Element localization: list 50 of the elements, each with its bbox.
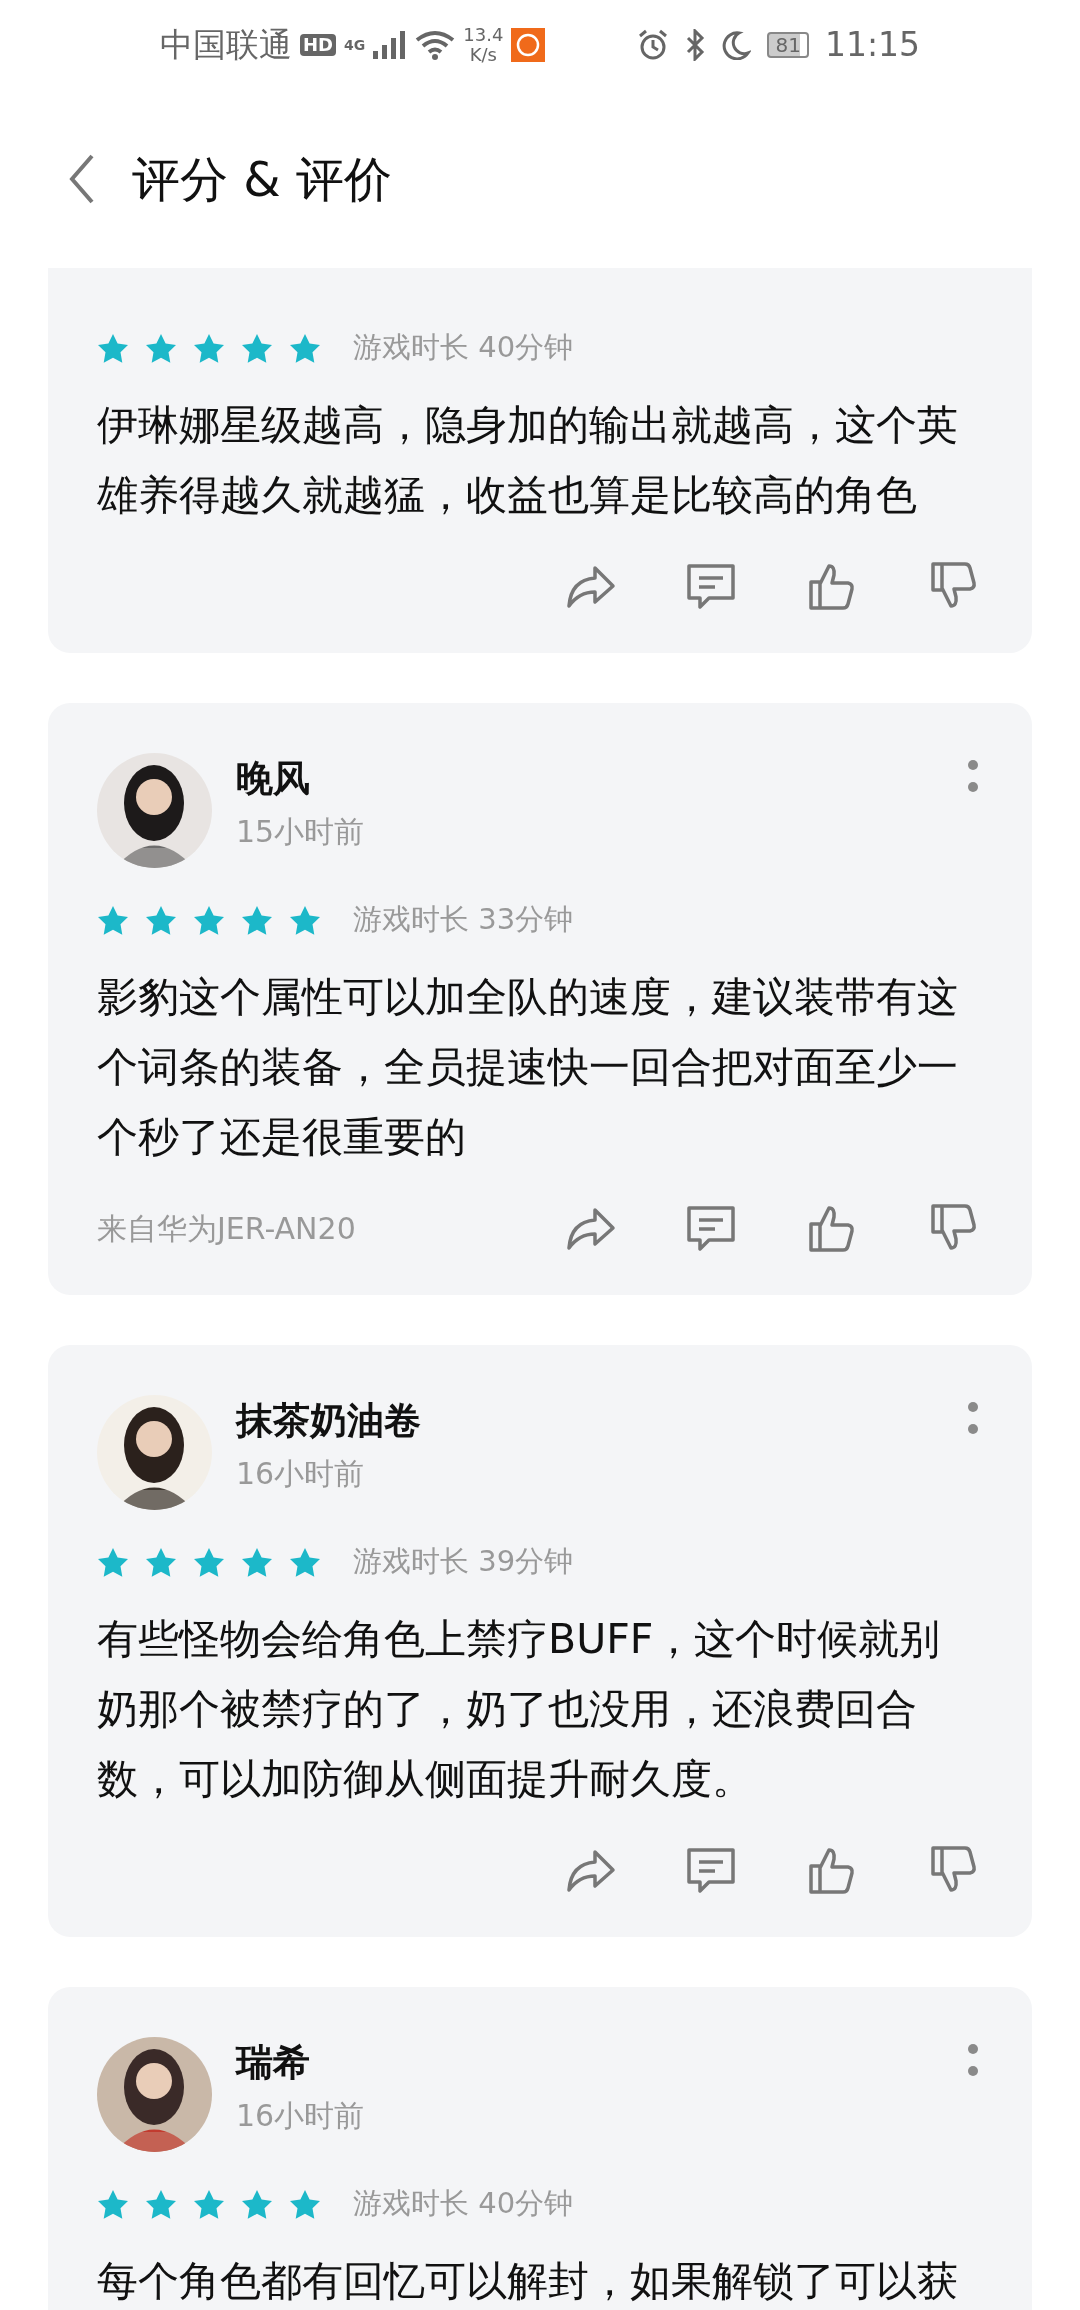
star-icon [97, 332, 129, 364]
star-icon [193, 904, 225, 936]
star-icon [145, 904, 177, 936]
review-text: 每个角色都有回忆可以解封，如果解锁了可以获 [97, 2256, 959, 2307]
playtime-text: 游戏时长 33分钟 [353, 901, 574, 939]
star-icon [289, 2188, 321, 2220]
star-icon [193, 2188, 225, 2220]
star-icon [145, 2188, 177, 2220]
alarm-icon [637, 29, 670, 61]
review-time: 16小时前 [236, 2097, 366, 2136]
star-icon [97, 1546, 129, 1578]
playtime-text: 游戏时长 39分钟 [353, 1543, 574, 1581]
review-time: 16小时前 [236, 1455, 366, 1494]
star-icon [241, 2188, 273, 2220]
star-icon [193, 332, 225, 364]
network-type: 4G [344, 38, 366, 52]
playtime-text: 游戏时长 40分钟 [353, 2185, 574, 2223]
star-icon [289, 1546, 321, 1578]
review-time: 15小时前 [236, 813, 366, 852]
star-icon [241, 904, 273, 936]
hd-badge: HD [300, 34, 336, 56]
star-icon [145, 332, 177, 364]
review-text: 影豹这个属性可以加全队的速度，建议装带有这个词条的装备，全员提速快一回合把对面至少一个秒了还是很重要的 [97, 972, 959, 1163]
star-icon [145, 1546, 177, 1578]
review-text: 伊琳娜星级越高，隐身加的输出就越高，这个英雄养得越久就越猛，收益也算是比较高的角色 [97, 400, 959, 521]
author-name: 瑞希 [236, 2041, 311, 2086]
back-button[interactable] [68, 153, 96, 205]
author-name: 抹茶奶油卷 [236, 1399, 422, 1444]
star-icon [241, 1546, 273, 1578]
star-icon [97, 2188, 129, 2220]
carrier-name: 中国联通 [160, 24, 292, 67]
app-icon [511, 28, 546, 62]
device-text: 来自华为JER-AN20 [97, 1209, 356, 1248]
star-icon [241, 332, 273, 364]
star-icon [193, 1546, 225, 1578]
speed-value: 13.4 [463, 25, 504, 45]
playtime-text: 游戏时长 40分钟 [353, 329, 574, 367]
bluetooth-icon [685, 29, 706, 61]
star-icon [97, 904, 129, 936]
page-title: 评分 & 评价 [132, 150, 392, 209]
speed-unit: K/s [468, 45, 498, 65]
star-icon [289, 332, 321, 364]
star-icon [289, 904, 321, 936]
review-text: 有些怪物会给角色上禁疗BUFF，这个时候就别奶那个被禁疗的了，奶了也没用，还浪费回合数，可以加防御从侧面提升耐久度。 [97, 1614, 942, 1805]
wifi-icon [415, 30, 456, 60]
signal-icon [373, 31, 408, 59]
moon-icon [721, 30, 752, 60]
author-name: 晚风 [236, 757, 311, 802]
battery-indicator: 81 [767, 32, 809, 58]
status-time: 11:15 [824, 24, 920, 67]
